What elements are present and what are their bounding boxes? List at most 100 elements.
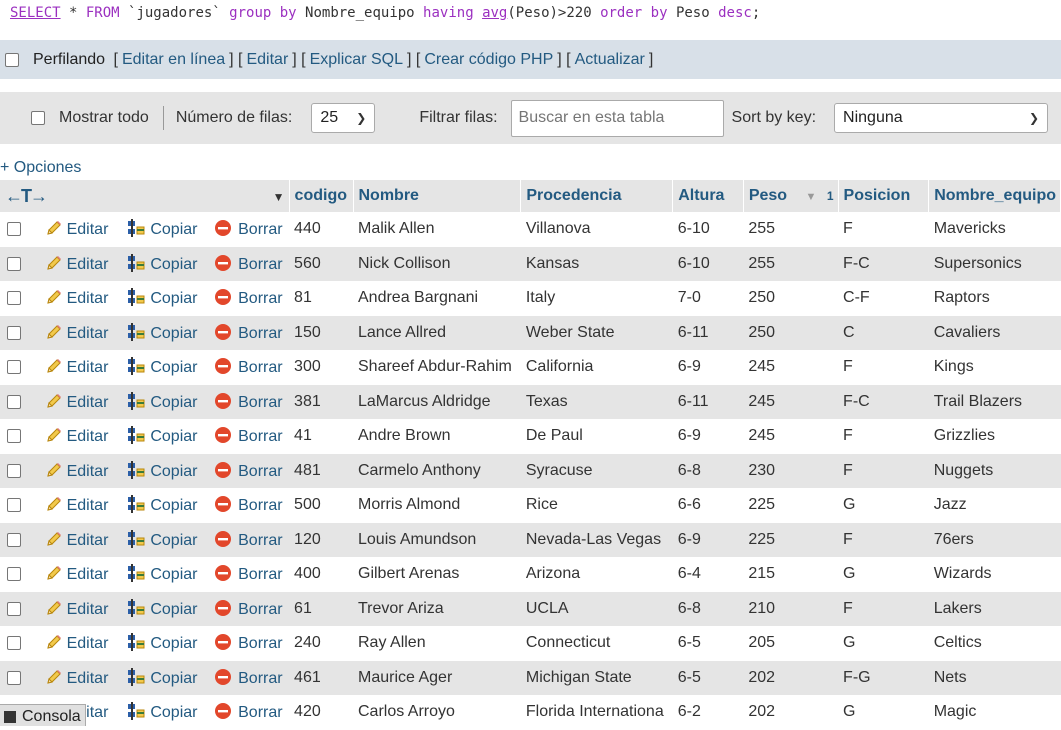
row-checkbox[interactable]: [7, 429, 21, 444]
column-header-posicion[interactable]: Posicion: [838, 180, 930, 212]
copy-icon: [126, 598, 146, 617]
delete-icon: [214, 219, 232, 237]
cell-codigo: 81: [289, 281, 353, 316]
sql-token: avg: [482, 5, 508, 21]
copy-row-link[interactable]: Copiar: [126, 495, 197, 514]
create-php-code-link[interactable]: Crear código PHP: [424, 51, 553, 69]
cell-posicion: G: [838, 626, 929, 661]
edit-row-link[interactable]: Editar: [45, 393, 108, 411]
delete-row-link[interactable]: Borrar: [214, 634, 283, 652]
row-checkbox[interactable]: [7, 463, 21, 478]
copy-row-link[interactable]: Copiar: [126, 426, 197, 445]
row-checkbox[interactable]: [7, 670, 21, 685]
delete-cell: Borrar: [209, 315, 290, 350]
delete-row-link[interactable]: Borrar: [214, 254, 283, 273]
edit-row-link[interactable]: Editar: [45, 497, 108, 514]
copy-row-link[interactable]: Copiar: [126, 288, 197, 307]
copy-row-link[interactable]: Copiar: [126, 357, 197, 376]
copy-row-link[interactable]: Copiar: [126, 219, 197, 238]
copy-row-link[interactable]: Copiar: [126, 564, 197, 583]
column-arrows-header: ←T→ ▼: [0, 180, 290, 212]
pencil-icon: [45, 668, 63, 686]
cell-peso: 250: [743, 281, 839, 316]
edit-link[interactable]: Editar: [246, 51, 288, 69]
edit-row-link[interactable]: Editar: [45, 324, 108, 342]
delete-cell: Borrar: [209, 522, 290, 557]
row-checkbox[interactable]: [7, 394, 21, 409]
row-checkbox[interactable]: [7, 532, 21, 547]
edit-row-link[interactable]: Editar: [45, 290, 108, 307]
row-checkbox[interactable]: [7, 360, 21, 375]
edit-row-link[interactable]: Editar: [45, 600, 108, 618]
sort-by-key-select[interactable]: Ninguna ❯: [834, 103, 1049, 133]
copy-row-link[interactable]: Copiar: [126, 633, 197, 652]
refresh-link[interactable]: Actualizar: [575, 51, 645, 69]
edit-row-link[interactable]: Editar: [45, 428, 108, 445]
row-checkbox[interactable]: [7, 222, 21, 237]
delete-row-link[interactable]: Borrar: [214, 358, 283, 376]
cell-codigo: 150: [289, 315, 353, 350]
edit-row-link[interactable]: Editar: [45, 531, 108, 549]
edit-row-link[interactable]: Editar: [45, 221, 108, 238]
copy-row-link[interactable]: Copiar: [126, 460, 197, 480]
column-header-nombre-equipo[interactable]: Nombre_equipo: [928, 180, 1061, 212]
column-header-peso[interactable]: Peso ▼ 1: [743, 180, 839, 212]
cell-altura: 6-6: [672, 488, 744, 523]
delete-row-link[interactable]: Borrar: [214, 565, 283, 583]
copy-row-link[interactable]: Copiar: [126, 667, 197, 687]
cell-nombre: LaMarcus Aldridge: [353, 384, 521, 419]
delete-row-link[interactable]: Borrar: [214, 427, 283, 445]
edit-cell: Editar: [39, 281, 122, 316]
row-checkbox[interactable]: [7, 498, 21, 513]
copy-row-link[interactable]: Copiar: [126, 391, 197, 411]
show-all-checkbox[interactable]: [31, 111, 45, 125]
explain-sql-link[interactable]: Explicar SQL: [310, 51, 403, 69]
edit-cell: Editar: [39, 488, 122, 523]
copy-row-link[interactable]: Copiar: [126, 598, 197, 618]
cell-altura: 6-10: [672, 246, 744, 281]
filter-rows-input[interactable]: Buscar en esta tabla: [510, 99, 724, 137]
row-checkbox[interactable]: [7, 601, 21, 616]
row-checkbox[interactable]: [7, 256, 21, 271]
copy-row-link[interactable]: Copiar: [126, 322, 197, 342]
copy-row-link[interactable]: Copiar: [126, 529, 197, 549]
edit-row-link[interactable]: Editar: [45, 668, 108, 687]
profiling-label: Perfilando: [33, 50, 106, 68]
delete-row-link[interactable]: Borrar: [214, 530, 283, 549]
column-toggle-arrows-icon[interactable]: ←T→: [5, 186, 48, 206]
delete-row-link[interactable]: Borrar: [214, 496, 283, 514]
row-checkbox[interactable]: [7, 567, 21, 582]
options-toggle[interactable]: + Opciones: [0, 159, 81, 177]
table-header-row: ←T→ ▼ codigo Nombre Procedencia Altura P…: [0, 180, 1061, 212]
cell-posicion: G: [838, 488, 929, 523]
delete-row-link[interactable]: Borrar: [214, 323, 283, 342]
delete-row-link[interactable]: Borrar: [214, 461, 283, 480]
delete-row-link[interactable]: Borrar: [214, 219, 283, 238]
edit-row-link[interactable]: Editar: [45, 359, 108, 376]
row-checkbox[interactable]: [7, 291, 21, 306]
column-header-procedencia[interactable]: Procedencia: [520, 180, 674, 212]
delete-row-link[interactable]: Borrar: [214, 392, 283, 411]
edit-row-link[interactable]: Editar: [45, 566, 108, 583]
row-checkbox[interactable]: [7, 325, 21, 340]
profiling-checkbox[interactable]: [5, 52, 19, 67]
copy-row-link[interactable]: Copiar: [126, 702, 197, 721]
edit-row-link[interactable]: Editar: [45, 635, 108, 652]
cell-altura: 6-11: [672, 315, 744, 350]
delete-row-link[interactable]: Borrar: [214, 668, 283, 687]
row-checkbox[interactable]: [7, 636, 21, 651]
column-header-altura[interactable]: Altura: [672, 180, 744, 212]
column-header-codigo[interactable]: codigo: [289, 180, 354, 212]
rows-count-select[interactable]: 25 ❯: [311, 103, 376, 133]
caret-down-icon[interactable]: ▼: [273, 190, 285, 204]
copy-row-link[interactable]: Copiar: [126, 253, 197, 273]
delete-row-link[interactable]: Borrar: [214, 703, 283, 721]
delete-row-link[interactable]: Borrar: [214, 599, 283, 618]
delete-row-link[interactable]: Borrar: [214, 289, 283, 307]
column-header-nombre[interactable]: Nombre: [353, 180, 522, 212]
edit-row-link[interactable]: Editar: [45, 255, 108, 273]
edit-inline-link[interactable]: Editar en línea: [122, 51, 225, 69]
copy-cell: Copiar: [121, 557, 210, 592]
edit-row-link[interactable]: Editar: [45, 462, 108, 480]
delete-cell: Borrar: [209, 557, 290, 592]
